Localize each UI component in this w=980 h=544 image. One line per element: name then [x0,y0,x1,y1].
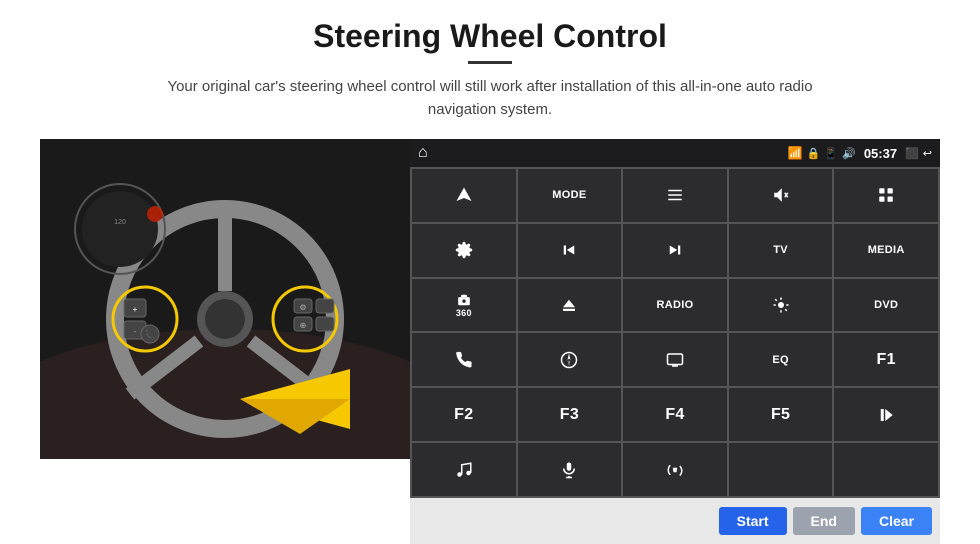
apps-button[interactable] [834,169,938,222]
f4-button[interactable]: F4 [623,388,727,441]
bluetooth-icon: 🔊 [842,147,856,160]
svg-text:+: + [133,305,138,314]
content-row: + - 📞 ⚙ ⊕ 120 [40,139,940,544]
f2-button[interactable]: F2 [412,388,516,441]
f1-button[interactable]: F1 [834,333,938,386]
svg-text:⊕: ⊕ [300,321,307,330]
compass-button[interactable] [518,333,622,386]
eq-button[interactable]: EQ [729,333,833,386]
eject-button[interactable] [518,279,622,332]
list-button[interactable] [623,169,727,222]
360cam-button[interactable]: 360 [412,279,516,332]
svg-text:📞: 📞 [144,329,156,340]
hangup-button[interactable] [623,443,727,496]
start-button[interactable]: Start [719,507,787,535]
brightness-button[interactable] [729,279,833,332]
end-button[interactable]: End [793,507,855,535]
empty2-button [834,443,938,496]
radio-panel: ⌂ 📶 🔒 📱 🔊 05:37 ⬛ ↩ MODE [410,139,940,544]
wifi-icon: 📶 [788,146,803,160]
home-icon[interactable]: ⌂ [418,144,428,162]
status-bar: ⌂ 📶 🔒 📱 🔊 05:37 ⬛ ↩ [410,139,940,167]
f5-button[interactable]: F5 [729,388,833,441]
clear-button[interactable]: Clear [861,507,932,535]
car-image: + - 📞 ⚙ ⊕ 120 [40,139,410,459]
dvd-button[interactable]: DVD [834,279,938,332]
media-button[interactable]: MEDIA [834,224,938,277]
settings-button[interactable] [412,224,516,277]
status-bar-left: ⌂ [418,144,428,162]
mute-button[interactable] [729,169,833,222]
mic-button[interactable] [518,443,622,496]
svg-text:⚙: ⚙ [299,303,306,312]
cast-icon: ⬛ [905,147,919,160]
screen-button[interactable] [623,333,727,386]
f3-button[interactable]: F3 [518,388,622,441]
radio-button[interactable]: RADIO [623,279,727,332]
svg-text:120: 120 [114,219,126,226]
svg-text:-: - [134,327,137,336]
title-divider [468,61,512,64]
nav-button[interactable] [412,169,516,222]
next-button[interactable] [623,224,727,277]
status-time: 05:37 [864,146,897,161]
mode-button[interactable]: MODE [518,169,622,222]
playpause-button[interactable] [834,388,938,441]
page-container: Steering Wheel Control Your original car… [0,0,980,544]
sim-icon: 📱 [824,147,838,160]
back-icon: ↩ [923,147,932,160]
subtitle: Your original car's steering wheel contr… [140,76,840,121]
tv-button[interactable]: TV [729,224,833,277]
music-button[interactable] [412,443,516,496]
lock-icon: 🔒 [807,147,821,160]
status-bar-right: 📶 🔒 📱 🔊 05:37 ⬛ ↩ [788,146,932,161]
action-bar: Start End Clear [410,498,940,544]
page-title: Steering Wheel Control [313,18,667,55]
button-grid: MODE [410,167,940,498]
prev-button[interactable] [518,224,622,277]
empty1-button [729,443,833,496]
phone-button[interactable] [412,333,516,386]
